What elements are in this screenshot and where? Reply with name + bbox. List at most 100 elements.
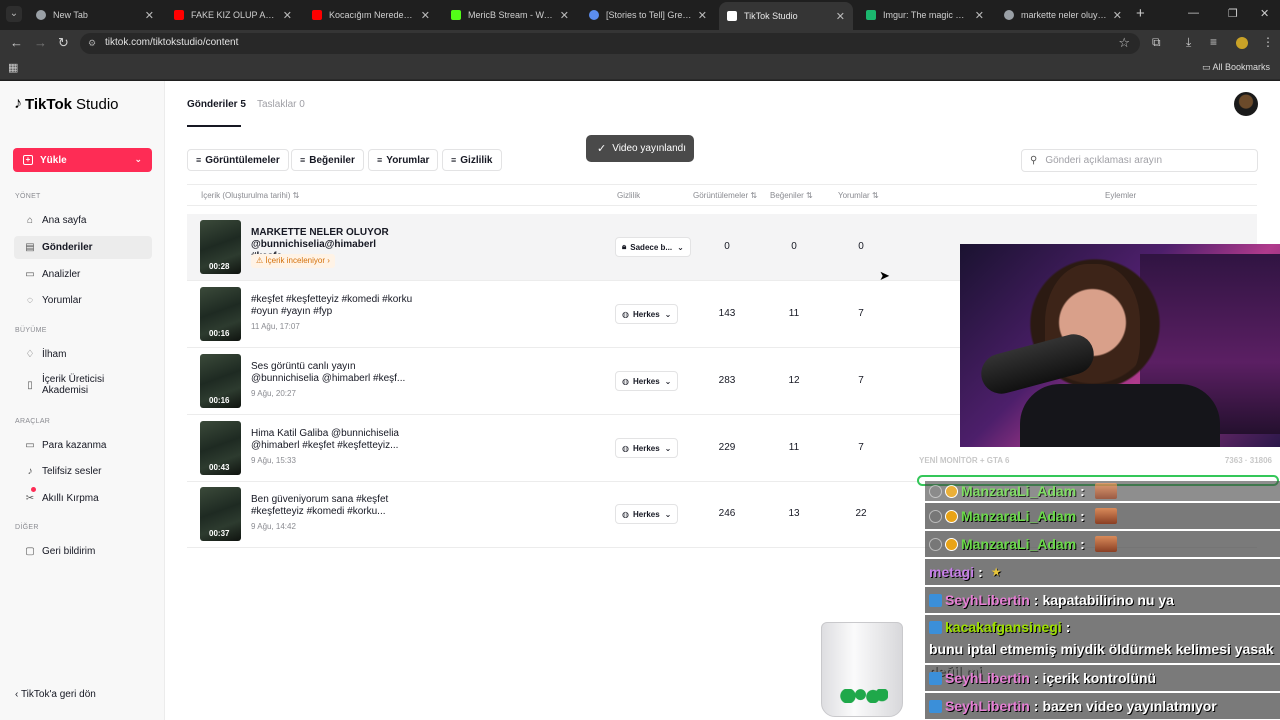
tab-new-tab[interactable]: New Tab ✕ <box>28 3 162 27</box>
tab-steam[interactable]: [Stories to Tell] Greyville S ✕ <box>581 3 715 27</box>
back-to-tiktok-link[interactable]: ‹ TikTok'a geri dön <box>15 689 96 700</box>
download-icon[interactable]: ⤓ <box>1186 35 1191 50</box>
table-header: İçerik (Oluşturulma tarihi) ⇅ Gizlilik G… <box>187 184 1257 206</box>
tiktok-note-icon: ♪ <box>14 95 22 112</box>
chat-message: SeyhLibertin: kapatabilirino nu ya <box>925 587 1280 613</box>
close-icon[interactable]: ✕ <box>836 10 845 23</box>
status-badge[interactable]: ⚠ İçerik inceleniyor › <box>251 254 335 268</box>
lightbulb-icon: ♢ <box>25 349 35 360</box>
comment-icon: ◌ <box>27 295 33 306</box>
restore-button[interactable]: ❐ <box>1228 7 1238 20</box>
tab-search-icon[interactable]: ⌄ <box>6 6 22 22</box>
close-icon[interactable]: ✕ <box>975 9 984 22</box>
video-thumbnail[interactable]: 00:16 <box>200 287 241 341</box>
post-caption[interactable]: Hima Katil Galiba @bunnichiselia @himabe… <box>251 428 416 452</box>
video-thumbnail[interactable]: 00:16 <box>200 354 241 408</box>
all-bookmarks-button[interactable]: ▭ All Bookmarks <box>1202 62 1270 73</box>
forward-button[interactable]: → <box>34 34 47 52</box>
header-likes[interactable]: Beğeniler ⇅ <box>770 191 813 200</box>
menu-kebab-icon[interactable]: ⋮ <box>1262 35 1274 49</box>
window-close-button[interactable]: ✕ <box>1260 7 1269 20</box>
tab-posts[interactable]: Gönderiler 5 <box>187 99 246 110</box>
close-icon[interactable]: ✕ <box>145 9 154 22</box>
views-count: 246 <box>718 508 736 519</box>
header-views[interactable]: Görüntülemeler ⇅ <box>693 191 757 200</box>
site-info-icon[interactable]: ⚙ <box>88 37 100 49</box>
sidebar-item-inspiration[interactable]: ♢ İlham <box>14 343 152 366</box>
sidebar-item-label: Gönderiler <box>42 242 93 253</box>
tab-title: Kocacığım Neredesin Kon <box>329 10 415 20</box>
globe-icon: ◍ <box>622 443 629 453</box>
chat-text: içerik kontrolünü <box>1042 670 1157 686</box>
tab-drafts[interactable]: Taslaklar 0 <box>257 99 305 110</box>
header-label: Yorumlar <box>838 191 870 200</box>
sidebar-item-posts[interactable]: ▤ Gönderiler <box>14 236 152 259</box>
likes-count: 11 <box>788 442 800 453</box>
header-content[interactable]: İçerik (Oluşturulma tarihi) ⇅ <box>201 191 299 200</box>
filter-comments-button[interactable]: ≡ Yorumlar <box>368 149 439 171</box>
header-comments[interactable]: Yorumlar ⇅ <box>838 191 879 200</box>
filter-icon: ≡ <box>377 155 383 165</box>
close-icon[interactable]: ✕ <box>421 9 430 22</box>
avatar[interactable] <box>1234 92 1258 116</box>
chat-username: ManzaraLi_Adam <box>961 508 1077 524</box>
star-emote-icon: ★ <box>990 565 1002 579</box>
privacy-dropdown[interactable]: ◍ Herkes ⌄ <box>615 304 679 324</box>
apps-grid-icon[interactable]: ▦ <box>8 61 18 74</box>
close-icon[interactable]: ✕ <box>1113 9 1122 22</box>
section-title-manage: YÖNET <box>15 193 41 200</box>
privacy-dropdown[interactable]: 🔒︎ Sadece b... ⌄ <box>615 237 691 257</box>
chat-username: metagi <box>929 564 975 580</box>
url-bar[interactable]: ⚙ tiktok.com/tiktokstudio/content ☆ <box>80 33 1140 54</box>
reading-list-icon[interactable]: ≡ <box>1210 35 1217 49</box>
filter-views-button[interactable]: ≡ Görüntülemeler <box>187 149 289 171</box>
streamer-shirt <box>1020 384 1220 447</box>
filter-privacy-button[interactable]: ≡ Gizlilik <box>442 149 502 171</box>
upload-label: Yükle <box>40 154 67 166</box>
post-caption[interactable]: Ses görüntü canlı yayın @bunnichiselia @… <box>251 361 416 385</box>
back-button[interactable]: ← <box>10 34 23 52</box>
youtube-icon <box>312 10 322 20</box>
search-input[interactable]: ⚲ Gönderi açıklaması arayın <box>1021 149 1258 172</box>
sidebar-item-feedback[interactable]: ▢ Geri bildirim <box>14 540 152 563</box>
globe-icon <box>1004 10 1014 20</box>
tab-kick-stream[interactable]: MericB Stream - Watch Li ✕ <box>443 3 577 27</box>
tab-youtube-2[interactable]: Kocacığım Neredesin Kon ✕ <box>304 3 438 27</box>
tab-video-file[interactable]: markette neler oluyor.mp ✕ <box>996 3 1130 27</box>
post-caption[interactable]: #keşfet #keşfetteyiz #komedi #korku #oyu… <box>251 294 416 318</box>
tab-tiktok-studio[interactable]: TikTok Studio ✕ <box>719 2 853 30</box>
video-thumbnail[interactable]: 00:28 <box>200 220 241 274</box>
sidebar-item-sounds[interactable]: ♪ Telifsiz sesler <box>14 460 152 483</box>
sidebar-item-comments[interactable]: ◌ Yorumlar <box>14 289 152 312</box>
tab-title: New Tab <box>53 10 88 20</box>
green-beads <box>838 689 888 703</box>
tab-imgur[interactable]: Imgur: The magic of the I ✕ <box>858 3 992 27</box>
reload-button[interactable]: ↻ <box>58 34 69 52</box>
sidebar: ♪ TikTok Studio + Yükle ⌄ YÖNET ⌂ Ana say… <box>0 81 165 720</box>
sidebar-item-analytics[interactable]: ▭ Analizler <box>14 263 152 286</box>
sidebar-item-academy[interactable]: ▯ İçerik Üreticisi Akademisi <box>14 371 152 399</box>
privacy-dropdown[interactable]: ◍ Herkes ⌄ <box>615 438 679 458</box>
profile-avatar[interactable] <box>1236 37 1248 49</box>
extensions-icon[interactable]: ⧉ <box>1152 35 1161 50</box>
video-thumbnail[interactable]: 00:43 <box>200 421 241 475</box>
bookmark-star-icon[interactable]: ☆ <box>1118 35 1130 51</box>
tiktok-studio-logo[interactable]: ♪ TikTok Studio <box>14 95 119 113</box>
privacy-dropdown[interactable]: ◍ Herkes ⌄ <box>615 371 679 391</box>
close-icon[interactable]: ✕ <box>560 9 569 22</box>
filter-icon: ≡ <box>451 155 457 165</box>
close-icon[interactable]: ✕ <box>698 9 707 22</box>
upload-button[interactable]: + Yükle ⌄ <box>13 148 152 172</box>
post-caption[interactable]: Ben güveniyorum sana #keşfet #keşfetteyi… <box>251 494 416 518</box>
close-icon[interactable]: ✕ <box>283 9 292 22</box>
sidebar-item-monetization[interactable]: ▭ Para kazanma <box>14 434 152 457</box>
video-thumbnail[interactable]: 00:37 <box>200 487 241 541</box>
minimize-button[interactable]: — <box>1188 7 1199 19</box>
toast-text: Video yayınlandı <box>612 143 686 154</box>
active-tab-underline <box>187 125 241 127</box>
tab-youtube-1[interactable]: FAKE KIZ OLUP AZGIN ÇO ✕ <box>166 3 300 27</box>
new-tab-button[interactable]: + <box>1136 6 1145 22</box>
sidebar-item-home[interactable]: ⌂ Ana sayfa <box>14 209 152 232</box>
filter-likes-button[interactable]: ≡ Beğeniler <box>291 149 364 171</box>
privacy-dropdown[interactable]: ◍ Herkes ⌄ <box>615 504 679 524</box>
